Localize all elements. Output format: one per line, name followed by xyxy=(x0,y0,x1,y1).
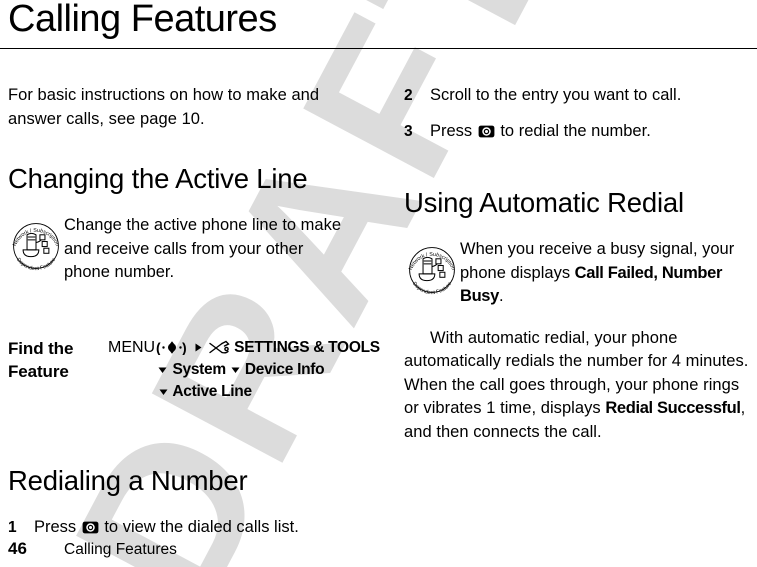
find-the-feature-table: Find the Feature MENU ( ) SETTINGS & TOO… xyxy=(8,337,380,403)
arrow-down-icon xyxy=(159,389,168,395)
step-number: 3 xyxy=(404,122,413,140)
page-title: Calling Features xyxy=(8,0,277,40)
menu-item-system: System xyxy=(172,360,227,378)
menu-path-line-1: MENU ( ) SETTINGS & TOOLS xyxy=(108,337,380,359)
folio-page-number: 46 xyxy=(8,539,27,558)
note-text-after: . xyxy=(498,287,504,305)
menu-path-line-3: Active Line xyxy=(108,381,380,403)
note-active-line-text: Change the active phone line to make and… xyxy=(64,216,342,281)
step-text: Press to view the dialed calls list. xyxy=(34,516,353,540)
arrow-down-icon xyxy=(231,367,240,373)
svg-text:Dependent Feature: Dependent Feature xyxy=(411,281,453,296)
menu-label: MENU xyxy=(108,338,156,356)
step-number: 2 xyxy=(404,87,413,104)
note-auto-redial-text: When you receive a busy signal, your pho… xyxy=(460,238,749,309)
note-auto-redial: Network / Subscription Dependent Feature xyxy=(404,238,749,309)
intro-paragraph: For basic instructions on how to make an… xyxy=(8,86,320,128)
network-subscription-dependent-feature-icon: Network / Subscription Dependent Feature xyxy=(408,247,456,296)
svg-text:Dependent Feature: Dependent Feature xyxy=(15,257,57,272)
step-item: 2 Scroll to the entry you want to call. xyxy=(404,84,749,108)
step-text: Scroll to the entry you want to call. xyxy=(430,86,682,104)
svg-text:): ) xyxy=(182,340,186,355)
page-footer: 46 Calling Features xyxy=(8,539,177,559)
find-the-feature-path: MENU ( ) SETTINGS & TOOLS System Device … xyxy=(108,337,380,403)
network-subscription-dependent-feature-icon: Network / Subscription Dependent Feature xyxy=(12,223,60,272)
step-text-after: to view the dialed calls list. xyxy=(99,517,299,536)
heading-changing-active-line: Changing the Active Line xyxy=(8,163,308,194)
right-column: 2 Scroll to the entry you want to call. … xyxy=(404,84,749,444)
arrow-right-icon xyxy=(195,343,202,351)
step-item: 1 Press to view the dialed calls list. xyxy=(8,516,353,540)
heading-redialing-a-number: Redialing a Number xyxy=(8,464,248,496)
menu-path-line-2: System Device Info xyxy=(108,359,380,381)
step-text: Press to redial the number. xyxy=(430,120,749,144)
auto-redial-paragraph: With automatic redial, your phone automa… xyxy=(404,327,749,445)
footer-running-title: Calling Features xyxy=(64,541,177,558)
manual-page: Calling Features For basic instructions … xyxy=(0,0,757,567)
step-text-after: to redial the number. xyxy=(495,121,651,140)
heading-using-automatic-redial: Using Automatic Redial xyxy=(404,187,684,218)
menu-target-settings-tools: SETTINGS & TOOLS xyxy=(234,338,380,356)
step-text-before: Press xyxy=(34,517,81,536)
note-active-line: Network / Subscription Dependent Feature xyxy=(8,214,353,285)
menu-item-active-line: Active Line xyxy=(172,382,252,400)
screen-message-redial-successful: Redial Successful xyxy=(605,399,741,417)
send-key-icon xyxy=(82,521,99,533)
find-the-feature-label: Find the Feature xyxy=(8,338,74,381)
arrow-down-icon xyxy=(158,367,167,373)
menu-item-device-info: Device Info xyxy=(244,360,325,378)
step-number: 1 xyxy=(8,518,17,536)
step-item: 3 Press to redial the number. xyxy=(404,120,749,144)
svg-text:(: ( xyxy=(156,340,161,355)
left-column: For basic instructions on how to make an… xyxy=(8,84,380,540)
navigation-key-icon: ( ) xyxy=(156,340,187,355)
settings-tools-icon xyxy=(209,340,230,354)
send-key-icon xyxy=(478,125,495,137)
header-divider xyxy=(0,48,757,49)
step-text-before: Press xyxy=(430,121,477,140)
